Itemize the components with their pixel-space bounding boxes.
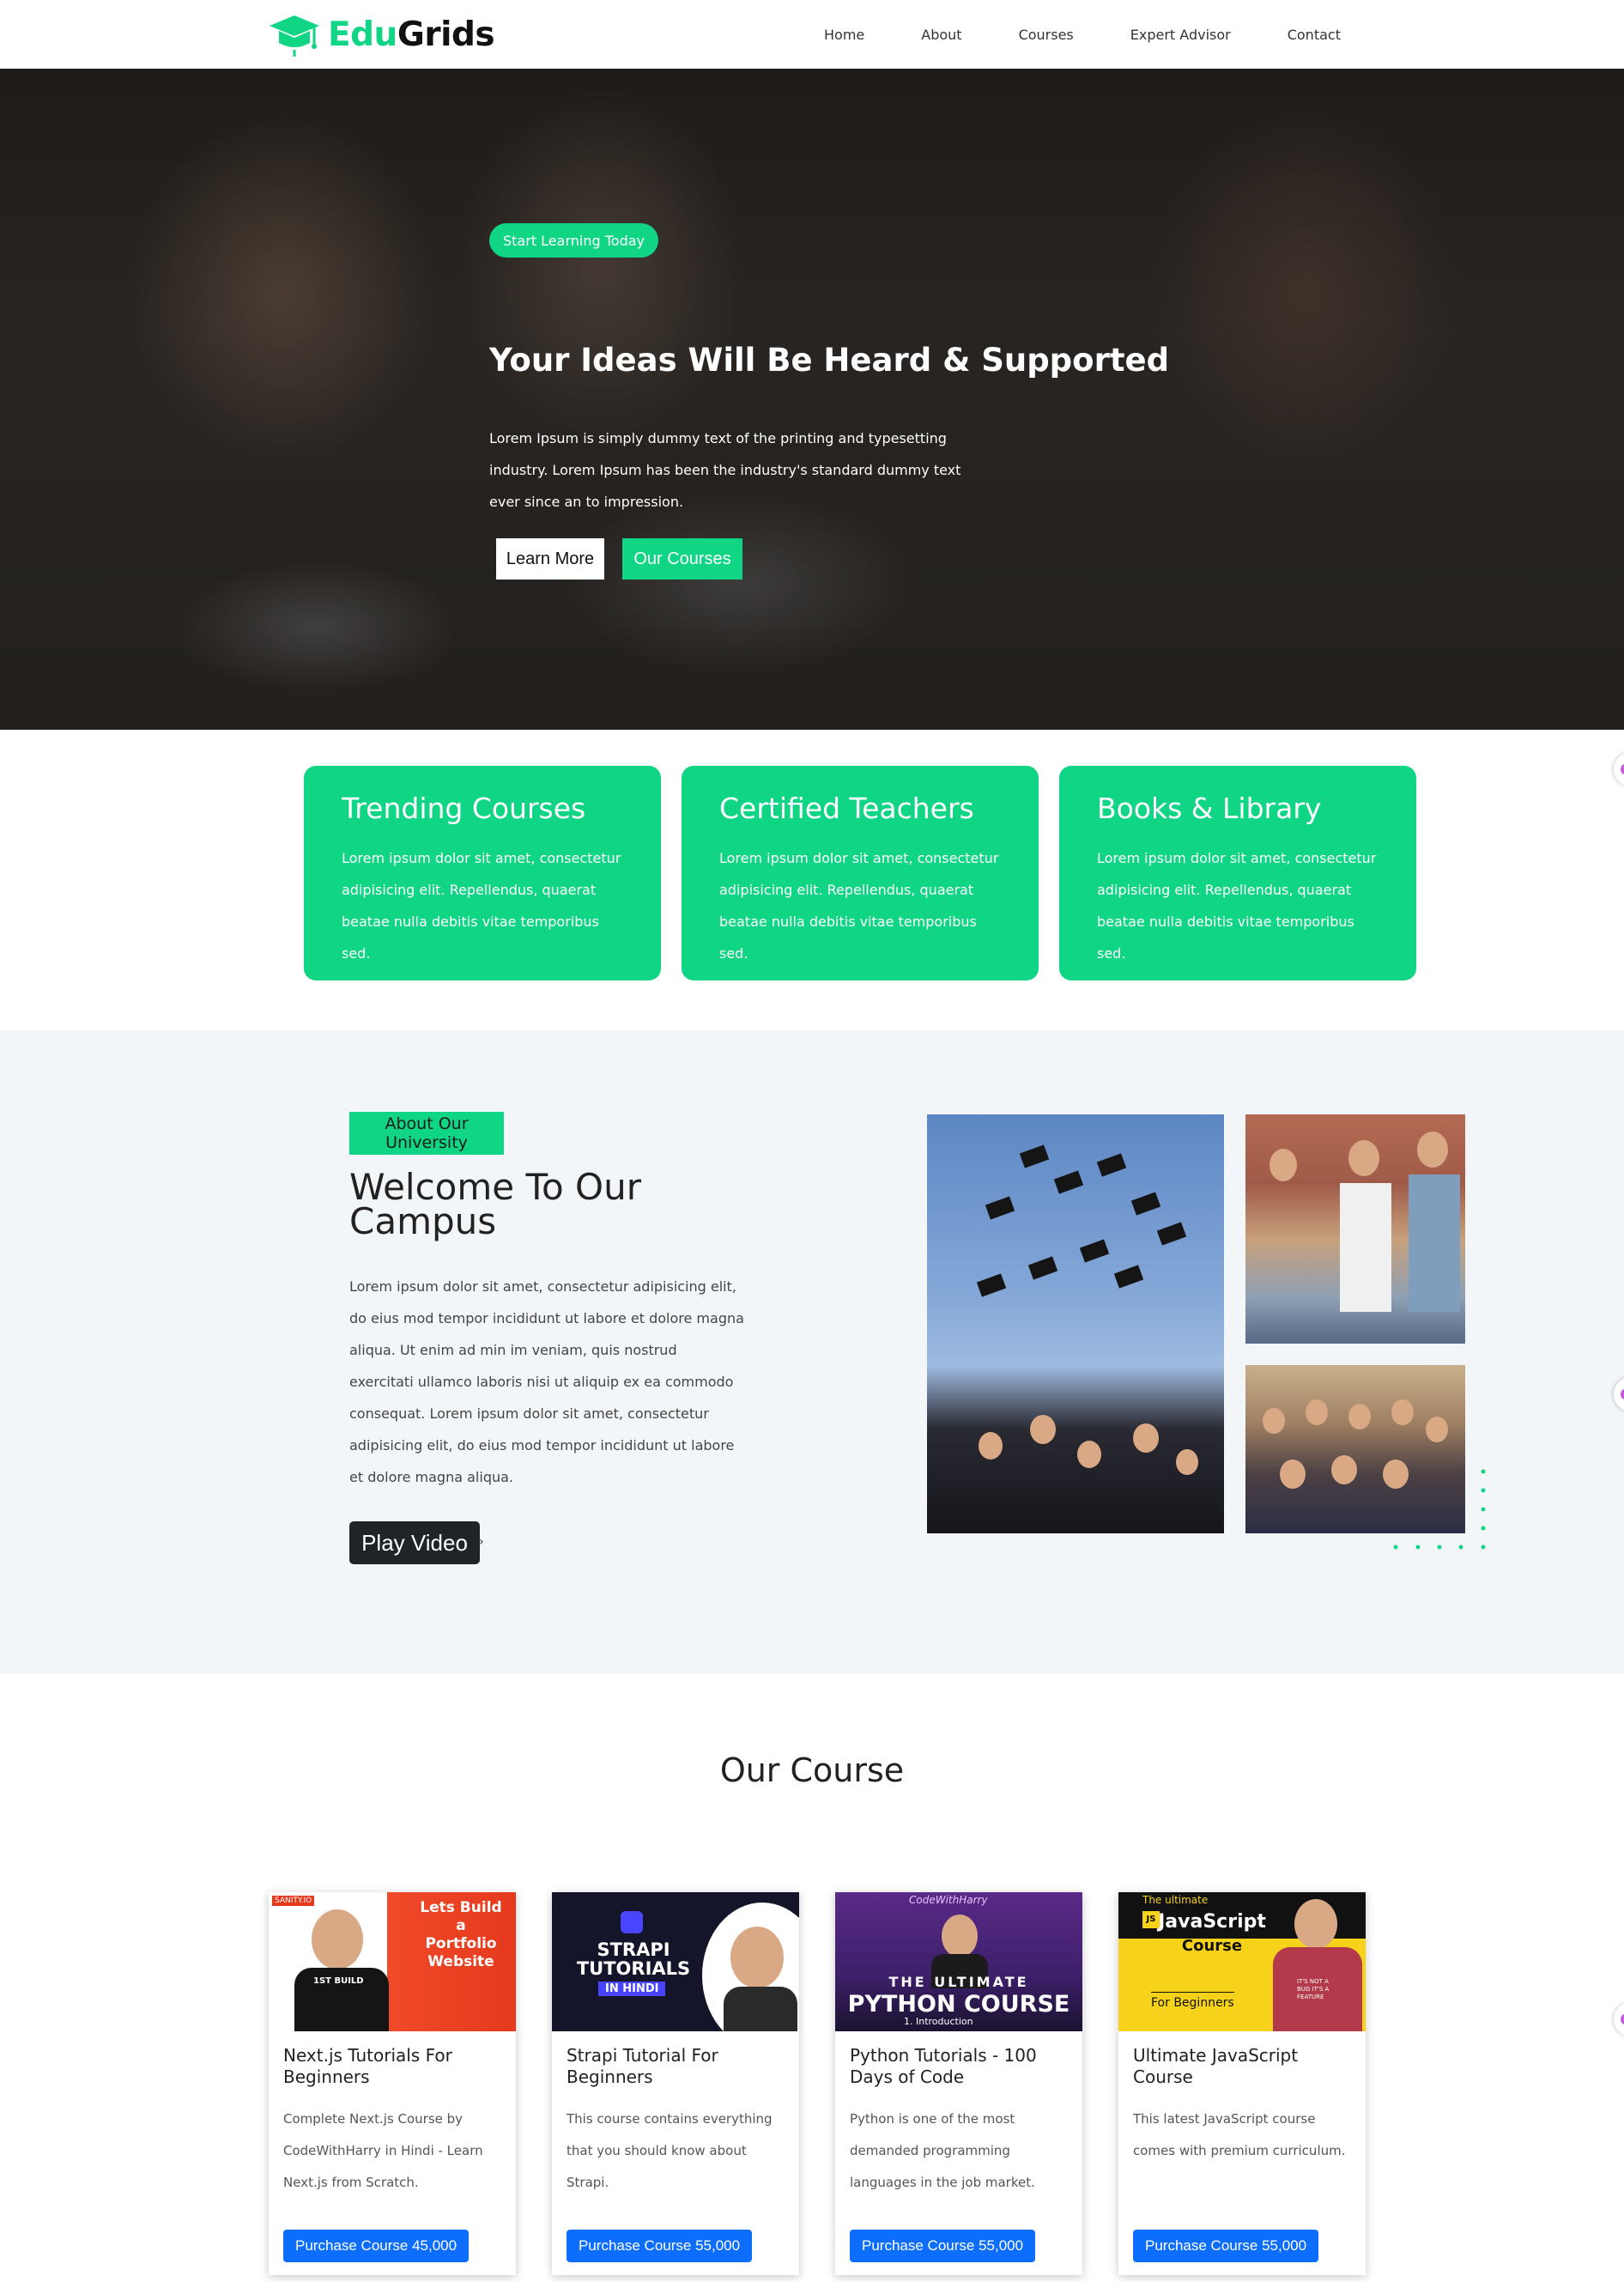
course-description: This latest JavaScript course comes with… — [1133, 2111, 1346, 2158]
course-title: Ultimate JavaScript Course — [1133, 2045, 1299, 2087]
learn-more-button[interactable]: Learn More — [496, 538, 604, 580]
hero-badge: Start Learning Today — [489, 223, 658, 258]
purchase-course-button[interactable]: Purchase Course 55,000 — [850, 2230, 1036, 2262]
play-video-button[interactable]: Play Video — [349, 1521, 480, 1564]
nav-expert-advisor[interactable]: Expert Advisor — [1130, 27, 1231, 43]
feature-text: Lorem ipsum dolor sit amet, consectetur … — [1097, 850, 1377, 962]
brand-logo[interactable]: EduGrids — [268, 10, 495, 58]
purchase-course-button[interactable]: Purchase Course 45,000 — [283, 2230, 470, 2262]
top-navbar: EduGrids Home About Courses Expert Advis… — [0, 0, 1624, 69]
thumb-tag: IN HINDI — [598, 1982, 666, 1996]
course-thumbnail: The ultimate JS JavaScript Course For Be… — [1118, 1892, 1366, 2031]
our-courses-button[interactable]: Our Courses — [622, 538, 742, 580]
purchase-course-button[interactable]: Purchase Course 55,000 — [1133, 2230, 1319, 2262]
thumb-title: THE ULTIMATE PYTHON COURSE — [847, 1974, 1070, 2018]
about-title: Welcome To Our Campus — [349, 1166, 641, 1242]
nav-contact[interactable]: Contact — [1288, 27, 1341, 43]
thumb-title: Lets Build a Portfolio Website — [420, 1899, 502, 1970]
our-course-heading: Our Course — [719, 1751, 905, 1789]
feature-card-certified-teachers: Certified Teachers Lorem ipsum dolor sit… — [682, 766, 1039, 980]
about-section: About Our University Welcome To Our Camp… — [0, 1030, 1624, 1674]
hero-section: Start Learning Today Your Ideas Will Be … — [0, 69, 1624, 730]
hero-title: Your Ideas Will Be Heard & Supported — [489, 342, 1170, 379]
thumb-tag: SANITY.IO — [272, 1896, 315, 1906]
hero-text: Lorem Ipsum is simply dummy text of the … — [489, 430, 961, 510]
about-badge: About Our University — [349, 1112, 504, 1155]
course-thumbnail: CodeWithHarry THE ULTIMATE PYTHON COURSE… — [835, 1892, 1082, 2031]
thumb-tag: 1. Introduction — [904, 2016, 973, 2027]
nav-home[interactable]: Home — [824, 27, 864, 43]
side-widget-icon[interactable] — [1614, 752, 1624, 786]
course-card-python[interactable]: CodeWithHarry THE ULTIMATE PYTHON COURSE… — [835, 1892, 1082, 2275]
course-thumbnail: SANITY.IO 1ST BUILD Lets Build a Portfol… — [269, 1892, 516, 2031]
thumb-line: The ultimate — [1142, 1894, 1209, 1906]
feature-card-trending-courses: Trending Courses Lorem ipsum dolor sit a… — [304, 766, 661, 980]
thumb-top-text: CodeWithHarry — [909, 1894, 988, 1906]
side-widget-icon[interactable] — [1614, 2002, 1624, 2036]
course-description: This course contains everything that you… — [567, 2111, 773, 2190]
feature-title: Certified Teachers — [719, 792, 974, 825]
nav-about[interactable]: About — [921, 27, 961, 43]
nav-courses[interactable]: Courses — [1019, 27, 1074, 43]
course-title: Python Tutorials - 100 Days of Code — [850, 2045, 1037, 2087]
feature-title: Trending Courses — [342, 792, 586, 825]
hero-background-photo — [0, 69, 1624, 730]
brand-name: EduGrids — [328, 15, 495, 54]
graduation-cap-icon — [270, 15, 319, 57]
course-thumbnail: STRAPI TUTORIALS IN HINDI — [552, 1892, 799, 2031]
course-title: Next.js Tutorials For Beginners — [283, 2045, 452, 2087]
course-description: Complete Next.js Course by CodeWithHarry… — [283, 2111, 483, 2190]
thumb-shirt-text: 1ST BUILD — [313, 1976, 364, 1986]
course-title: Strapi Tutorial For Beginners — [567, 2045, 718, 2087]
course-card-nextjs[interactable]: SANITY.IO 1ST BUILD Lets Build a Portfol… — [269, 1892, 516, 2275]
feature-text: Lorem ipsum dolor sit amet, consectetur … — [342, 850, 621, 962]
feature-card-books-library: Books & Library Lorem ipsum dolor sit am… — [1059, 766, 1416, 980]
course-card-strapi[interactable]: STRAPI TUTORIALS IN HINDI Strapi Tutoria… — [552, 1892, 799, 2275]
thumb-tag: For Beginners — [1151, 1992, 1234, 2010]
course-description: Python is one of the most demanded progr… — [850, 2111, 1035, 2190]
course-card-javascript[interactable]: The ultimate JS JavaScript Course For Be… — [1118, 1892, 1366, 2275]
feature-title: Books & Library — [1097, 792, 1322, 825]
thumb-title: JavaScript Course — [1158, 1911, 1266, 1955]
main-menu: Home About Courses Expert Advisor Contac… — [824, 0, 1341, 69]
feature-text: Lorem ipsum dolor sit amet, consectetur … — [719, 850, 999, 962]
graduation-photo — [927, 1114, 1224, 1533]
play-arrow-icon: › — [479, 1535, 484, 1549]
decorative-dots — [1393, 1469, 1486, 1550]
purchase-course-button[interactable]: Purchase Course 55,000 — [567, 2230, 753, 2262]
thumb-title: STRAPI TUTORIALS — [576, 1939, 691, 1979]
students-photo — [1245, 1114, 1465, 1344]
about-text: Lorem ipsum dolor sit amet, consectetur … — [349, 1278, 744, 1485]
thumb-shirt-text: IT'S NOT A BUG IT'S A FEATURE — [1297, 1978, 1330, 2000]
